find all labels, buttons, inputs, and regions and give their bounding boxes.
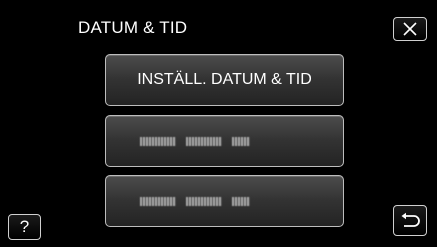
help-label: ?	[19, 217, 30, 236]
menu-option-3-button[interactable]	[105, 175, 344, 227]
back-button[interactable]	[393, 205, 427, 236]
set-date-time-label: INSTÄLL. DATUM & TID	[137, 71, 312, 88]
date-time-menu-screen: DATUM & TID INSTÄLL. DATUM & TID ?	[0, 0, 437, 247]
close-button[interactable]	[393, 17, 427, 41]
blurred-label-placeholder	[140, 196, 250, 206]
close-x-icon	[403, 22, 417, 36]
return-arrow-icon	[401, 212, 420, 227]
set-date-time-button[interactable]: INSTÄLL. DATUM & TID	[105, 54, 344, 106]
page-title: DATUM & TID	[78, 18, 188, 37]
menu-option-2-button[interactable]	[105, 115, 344, 167]
blurred-label-placeholder	[140, 136, 250, 146]
help-button[interactable]: ?	[8, 214, 41, 240]
